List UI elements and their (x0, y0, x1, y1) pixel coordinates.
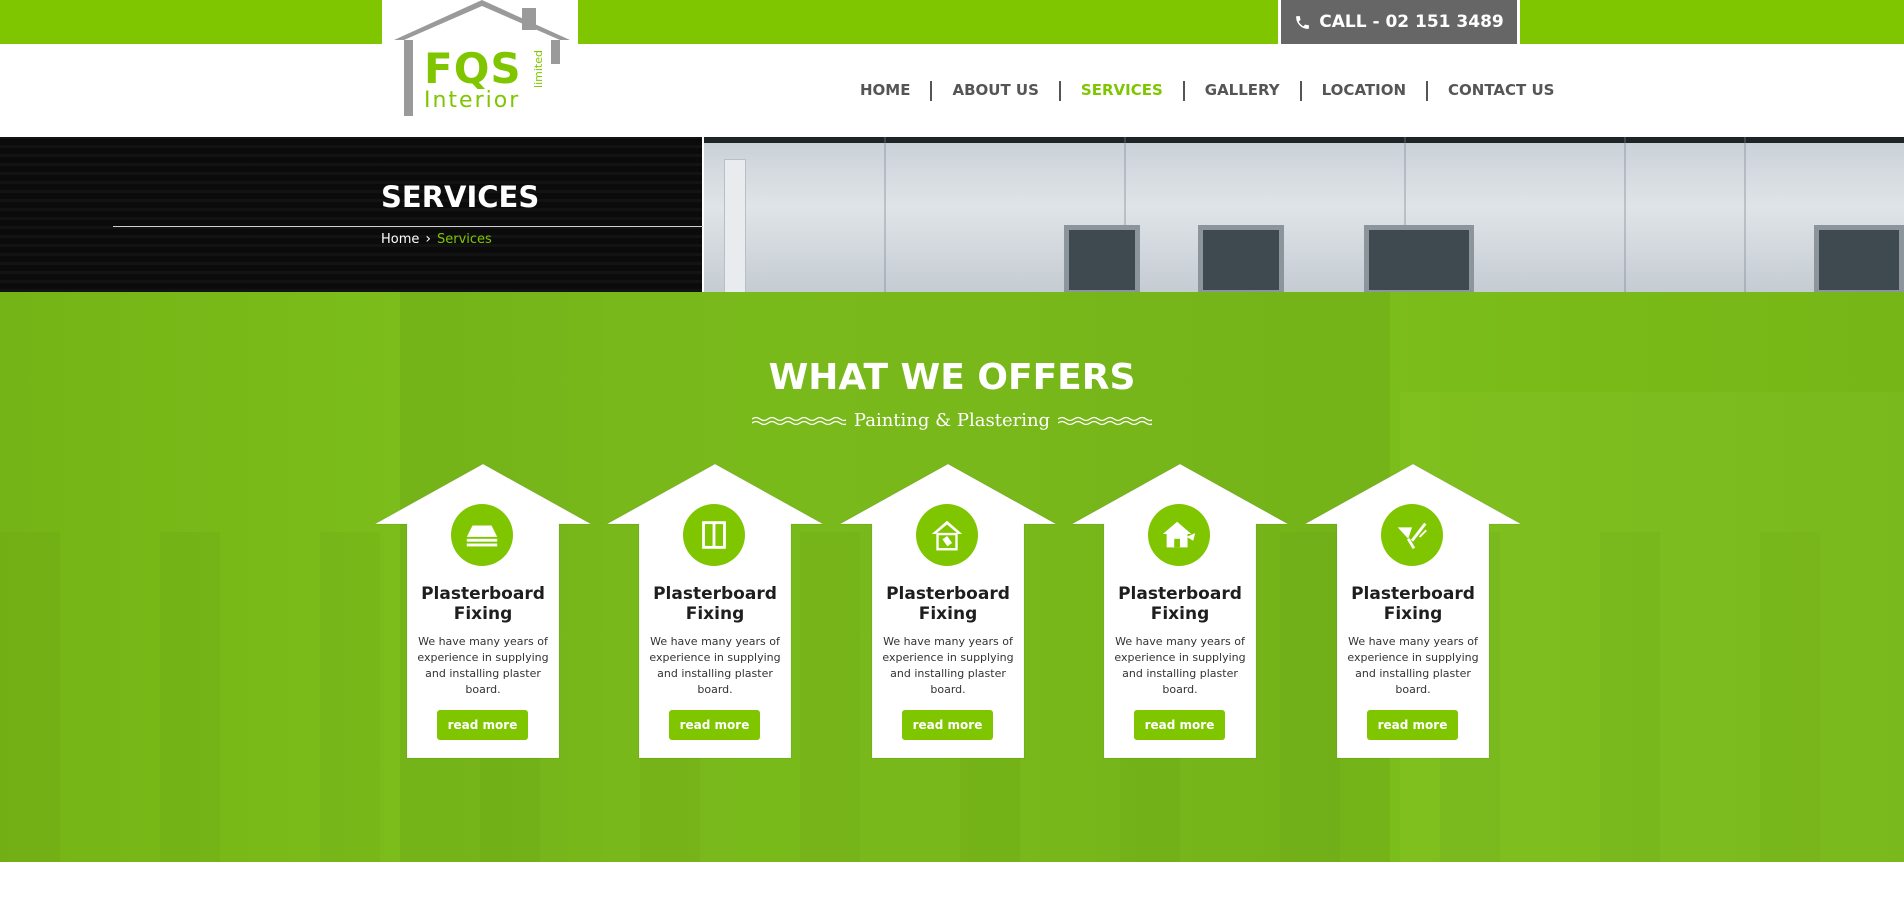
banner-texture (0, 137, 703, 292)
logo-tag: limited (532, 50, 545, 88)
section-subtitle: Painting & Plastering (853, 410, 1051, 431)
building-window (1064, 225, 1140, 292)
site-logo[interactable]: FQS Interior limited (382, 0, 578, 130)
card-text: We have many years of experience in supp… (417, 635, 549, 696)
call-button[interactable]: CALL - 02 151 3489 (1278, 0, 1520, 44)
breadcrumb-home[interactable]: Home (381, 232, 419, 247)
card-text: We have many years of experience in supp… (1347, 635, 1479, 696)
service-card: Plasterboard Fixing We have many years o… (840, 464, 1056, 764)
wall-panel-line (1744, 137, 1746, 292)
phone-icon (1296, 15, 1310, 29)
panel-door-icon (683, 504, 745, 566)
card-title: Plasterboard Fixing (1118, 584, 1242, 624)
read-more-button[interactable]: read more (437, 710, 528, 740)
section-title: WHAT WE OFFERS (768, 357, 1136, 398)
nav-gallery[interactable]: GALLERY (1185, 83, 1300, 98)
card-title: Plasterboard Fixing (886, 584, 1010, 624)
banner-divider (702, 137, 704, 292)
wall-panel-line (884, 137, 886, 292)
page-bottom-strip (0, 862, 1904, 911)
card-text: We have many years of experience in supp… (882, 635, 1014, 696)
call-label: CALL - 02 151 3489 (1319, 12, 1504, 32)
card-title: Plasterboard Fixing (653, 584, 777, 624)
service-card: Plasterboard Fixing We have many years o… (1305, 464, 1521, 764)
banner-building-image (704, 137, 1904, 292)
nav-about-us[interactable]: ABOUT US (932, 83, 1058, 98)
building-window (1198, 225, 1284, 292)
page-title: SERVICES (381, 180, 540, 214)
banner-underline (113, 226, 703, 227)
card-title: Plasterboard Fixing (421, 584, 545, 624)
logo-subtitle: Interior (424, 88, 521, 113)
top-bar (0, 0, 1904, 44)
service-card: Plasterboard Fixing We have many years o… (607, 464, 823, 764)
house-brush-icon (916, 504, 978, 566)
trowel-brush-icon (1381, 504, 1443, 566)
section-subtitle-row: Painting & Plastering (0, 410, 1904, 431)
house-trowel-icon (1148, 504, 1210, 566)
nav-contact-us[interactable]: CONTACT US (1428, 83, 1574, 98)
read-more-button[interactable]: read more (669, 710, 760, 740)
breadcrumb-current: Services (437, 231, 492, 247)
services-section: WHAT WE OFFERS Painting & Plastering Pla… (0, 292, 1904, 862)
wave-ornament-icon (751, 416, 846, 425)
wave-ornament-icon (1058, 416, 1153, 425)
read-more-button[interactable]: read more (902, 710, 993, 740)
service-card: Plasterboard Fixing We have many years o… (375, 464, 591, 764)
chevron-right-icon: › (425, 231, 431, 247)
read-more-button[interactable]: read more (1134, 710, 1225, 740)
building-window (1814, 225, 1904, 292)
nav-services[interactable]: SERVICES (1061, 83, 1183, 98)
building-downpipe (724, 159, 746, 292)
card-text: We have many years of experience in supp… (649, 635, 781, 696)
nav-location[interactable]: LOCATION (1302, 83, 1426, 98)
card-text: We have many years of experience in supp… (1114, 635, 1246, 696)
breadcrumb: Home › Services (381, 231, 492, 247)
read-more-button[interactable]: read more (1367, 710, 1458, 740)
main-nav: HOME ABOUT US SERVICES GALLERY LOCATION … (840, 44, 1574, 137)
page-banner: SERVICES Home › Services (0, 137, 1904, 292)
card-title: Plasterboard Fixing (1351, 584, 1475, 624)
banner-dark-panel (0, 137, 703, 292)
building-window (1364, 225, 1474, 292)
plasterboard-stack-icon (451, 504, 513, 566)
logo-brand: FQS (424, 44, 522, 93)
wall-panel-line (1624, 137, 1626, 292)
service-card: Plasterboard Fixing We have many years o… (1072, 464, 1288, 764)
nav-home[interactable]: HOME (840, 83, 930, 98)
